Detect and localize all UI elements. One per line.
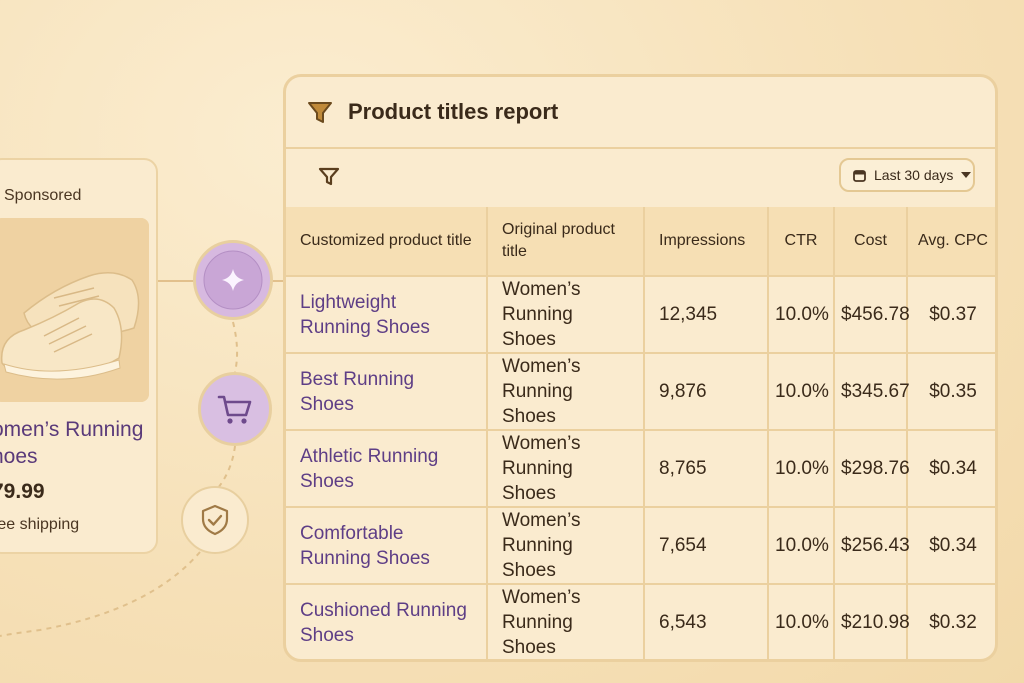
original-title-cell: Women’s Running Shoes: [487, 584, 645, 659]
shield-check-icon: [201, 504, 229, 536]
custom-title-cell[interactable]: Cushioned Running Shoes: [286, 584, 488, 659]
shoe-illustration: [0, 218, 149, 402]
original-title-cell: Women’s Running Shoes: [487, 430, 645, 508]
calendar-icon: [853, 169, 866, 182]
original-title-cell: Women’s Running Shoes: [487, 507, 645, 585]
custom-title-cell[interactable]: Comfortable Running Shoes: [286, 507, 488, 585]
custom-title-cell[interactable]: Lightweight Running Shoes: [286, 276, 488, 354]
cpc-cell: $0.32: [929, 612, 977, 633]
impressions-cell: 8,765: [644, 430, 769, 508]
cart-icon: [217, 395, 252, 424]
report-toolbar: Last 30 days: [286, 147, 995, 209]
trust-shield-button[interactable]: [181, 486, 249, 554]
original-title-cell: Women’s Running Shoes: [487, 353, 645, 431]
shipping-label: ree shipping: [0, 516, 80, 533]
table-header-row: Customized product title Original produc…: [286, 207, 995, 277]
product-image[interactable]: [0, 218, 149, 402]
impressions-cell: 6,543: [644, 584, 769, 659]
ctr-cell: 10.0%: [768, 507, 835, 585]
ctr-cell: 10.0%: [768, 584, 835, 659]
cpc-cell: $0.34: [907, 507, 995, 585]
ctr-cell: 10.0%: [768, 276, 835, 354]
table-row[interactable]: Athletic Running Shoes Women’s Running S…: [286, 430, 995, 508]
column-header-avg-cpc[interactable]: Avg. CPC: [907, 207, 995, 277]
table-row[interactable]: Cushioned Running Shoes Women’s Running …: [286, 584, 995, 659]
cpc-cell: $0.34: [907, 430, 995, 508]
table-row[interactable]: Best Running Shoes Women’s Running Shoes…: [286, 353, 995, 431]
column-header-cost[interactable]: Cost: [834, 207, 908, 277]
impressions-cell: 12,345: [644, 276, 769, 354]
cost-cell: $345.67: [834, 353, 910, 431]
product-title-line-1: omen’s Running: [0, 418, 144, 441]
cost-cell: $256.43: [834, 507, 910, 585]
column-header-original-title[interactable]: Original product title: [487, 207, 645, 277]
page-title: Product titles report: [348, 99, 559, 124]
cost-cell: $210.98: [834, 584, 910, 659]
cpc-cell: $0.37: [907, 276, 995, 354]
product-ad-card[interactable]: Sponsored omen’s Running hoes 79.99 ree …: [0, 158, 158, 554]
ai-sparkle-button[interactable]: [193, 240, 273, 320]
cpc-cell: $0.35: [907, 353, 995, 431]
custom-title-cell[interactable]: Best Running Shoes: [286, 353, 488, 431]
original-title-cell: Women’s Running Shoes: [487, 276, 645, 354]
product-price: 79.99: [0, 480, 45, 503]
product-title[interactable]: omen’s Running hoes: [0, 416, 143, 470]
panel-header: Product titles report: [286, 77, 995, 149]
sponsored-label: Sponsored: [4, 187, 82, 204]
column-header-ctr[interactable]: CTR: [768, 207, 835, 277]
cost-cell: $456.78: [834, 276, 910, 354]
chevron-down-icon: [961, 172, 972, 178]
table-row[interactable]: Lightweight Running Shoes Women’s Runnin…: [286, 276, 995, 354]
ctr-cell: 10.0%: [768, 430, 835, 508]
date-range-label: Last 30 days: [874, 167, 954, 183]
date-range-select[interactable]: Last 30 days: [839, 158, 975, 192]
column-header-custom-title[interactable]: Customized product title: [286, 207, 488, 277]
sparkle-icon: [203, 250, 263, 310]
product-title-line-2: hoes: [0, 445, 38, 468]
impressions-cell: 7,654: [644, 507, 769, 585]
report-table: Customized product title Original produc…: [286, 207, 995, 659]
table-row[interactable]: Comfortable Running Shoes Women’s Runnin…: [286, 507, 995, 585]
cost-cell: $298.76: [834, 430, 910, 508]
custom-title-cell[interactable]: Athletic Running Shoes: [286, 430, 488, 508]
impressions-cell: 9,876: [644, 353, 769, 431]
column-header-impressions[interactable]: Impressions: [644, 207, 769, 277]
shopping-cart-button[interactable]: [198, 372, 272, 446]
funnel-icon: [308, 102, 332, 123]
filter-icon[interactable]: [318, 165, 340, 187]
product-titles-report-panel: Product titles report Last 30 days Custo…: [283, 74, 998, 662]
ctr-cell: 10.0%: [768, 353, 835, 431]
